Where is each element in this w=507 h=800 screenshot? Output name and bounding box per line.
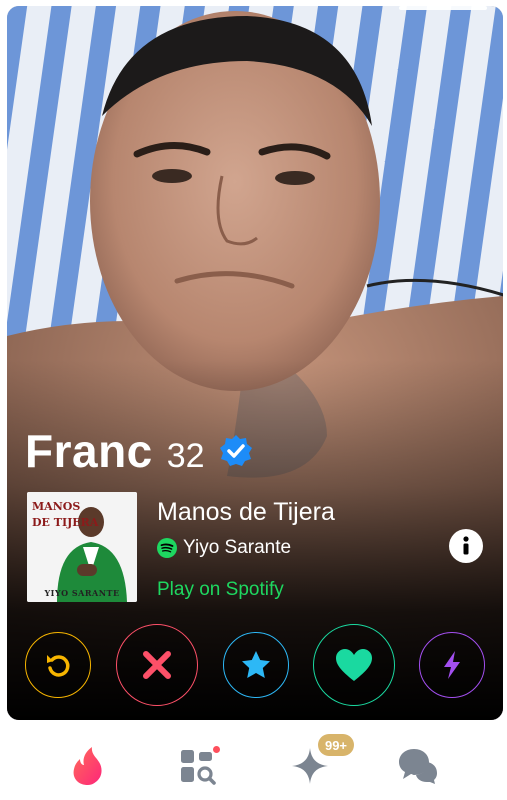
play-on-spotify-link[interactable]: Play on Spotify (157, 579, 335, 601)
spotify-icon (157, 538, 177, 558)
album-art-artist: YIYO SARANTE (44, 588, 120, 598)
photo-pager-bar (399, 6, 487, 10)
explore-grid-icon (181, 750, 216, 785)
like-button[interactable] (313, 624, 395, 706)
album-art-line2: DE TIJERA (32, 516, 99, 529)
chat-bubbles-icon (399, 749, 437, 784)
info-icon (463, 536, 469, 555)
tab-chat[interactable] (396, 744, 440, 788)
verified-badge-icon (219, 435, 252, 466)
heart-icon (336, 649, 372, 681)
tab-discover[interactable] (66, 744, 110, 788)
song-info: Manos de Tijera Yiyo Sarante Play on Spo… (157, 492, 335, 602)
super-like-button[interactable] (223, 632, 289, 698)
rewind-button[interactable] (25, 632, 91, 698)
explore-notification-dot (213, 746, 220, 753)
profile-age: 32 (166, 437, 205, 475)
x-icon (143, 651, 171, 679)
photo-pager (7, 6, 503, 11)
anthem-section[interactable]: MANOS DE TIJERA YIYO SARANTE Manos de Ti… (27, 492, 335, 602)
artist-row: Yiyo Sarante (157, 537, 335, 559)
profile-card[interactable]: Franc 32 MANOS DE TIJERA YIYO SARANTE Ma… (7, 6, 503, 720)
album-art-line1: MANOS (32, 500, 81, 513)
boost-button[interactable] (419, 632, 485, 698)
profile-info-button[interactable] (449, 529, 483, 563)
flame-icon (73, 747, 102, 785)
nope-button[interactable] (116, 624, 198, 706)
song-artist: Yiyo Sarante (183, 537, 292, 558)
album-art: MANOS DE TIJERA YIYO SARANTE (27, 492, 137, 602)
action-bar (7, 622, 503, 706)
bottom-tab-bar: 99+ (0, 722, 507, 800)
rewind-icon (47, 655, 70, 677)
likes-count-badge: 99+ (318, 734, 354, 756)
bolt-icon (444, 651, 460, 679)
star-icon (242, 651, 270, 678)
profile-header: Franc 32 (25, 424, 253, 478)
profile-name: Franc (25, 425, 153, 477)
song-title: Manos de Tijera (157, 498, 335, 526)
